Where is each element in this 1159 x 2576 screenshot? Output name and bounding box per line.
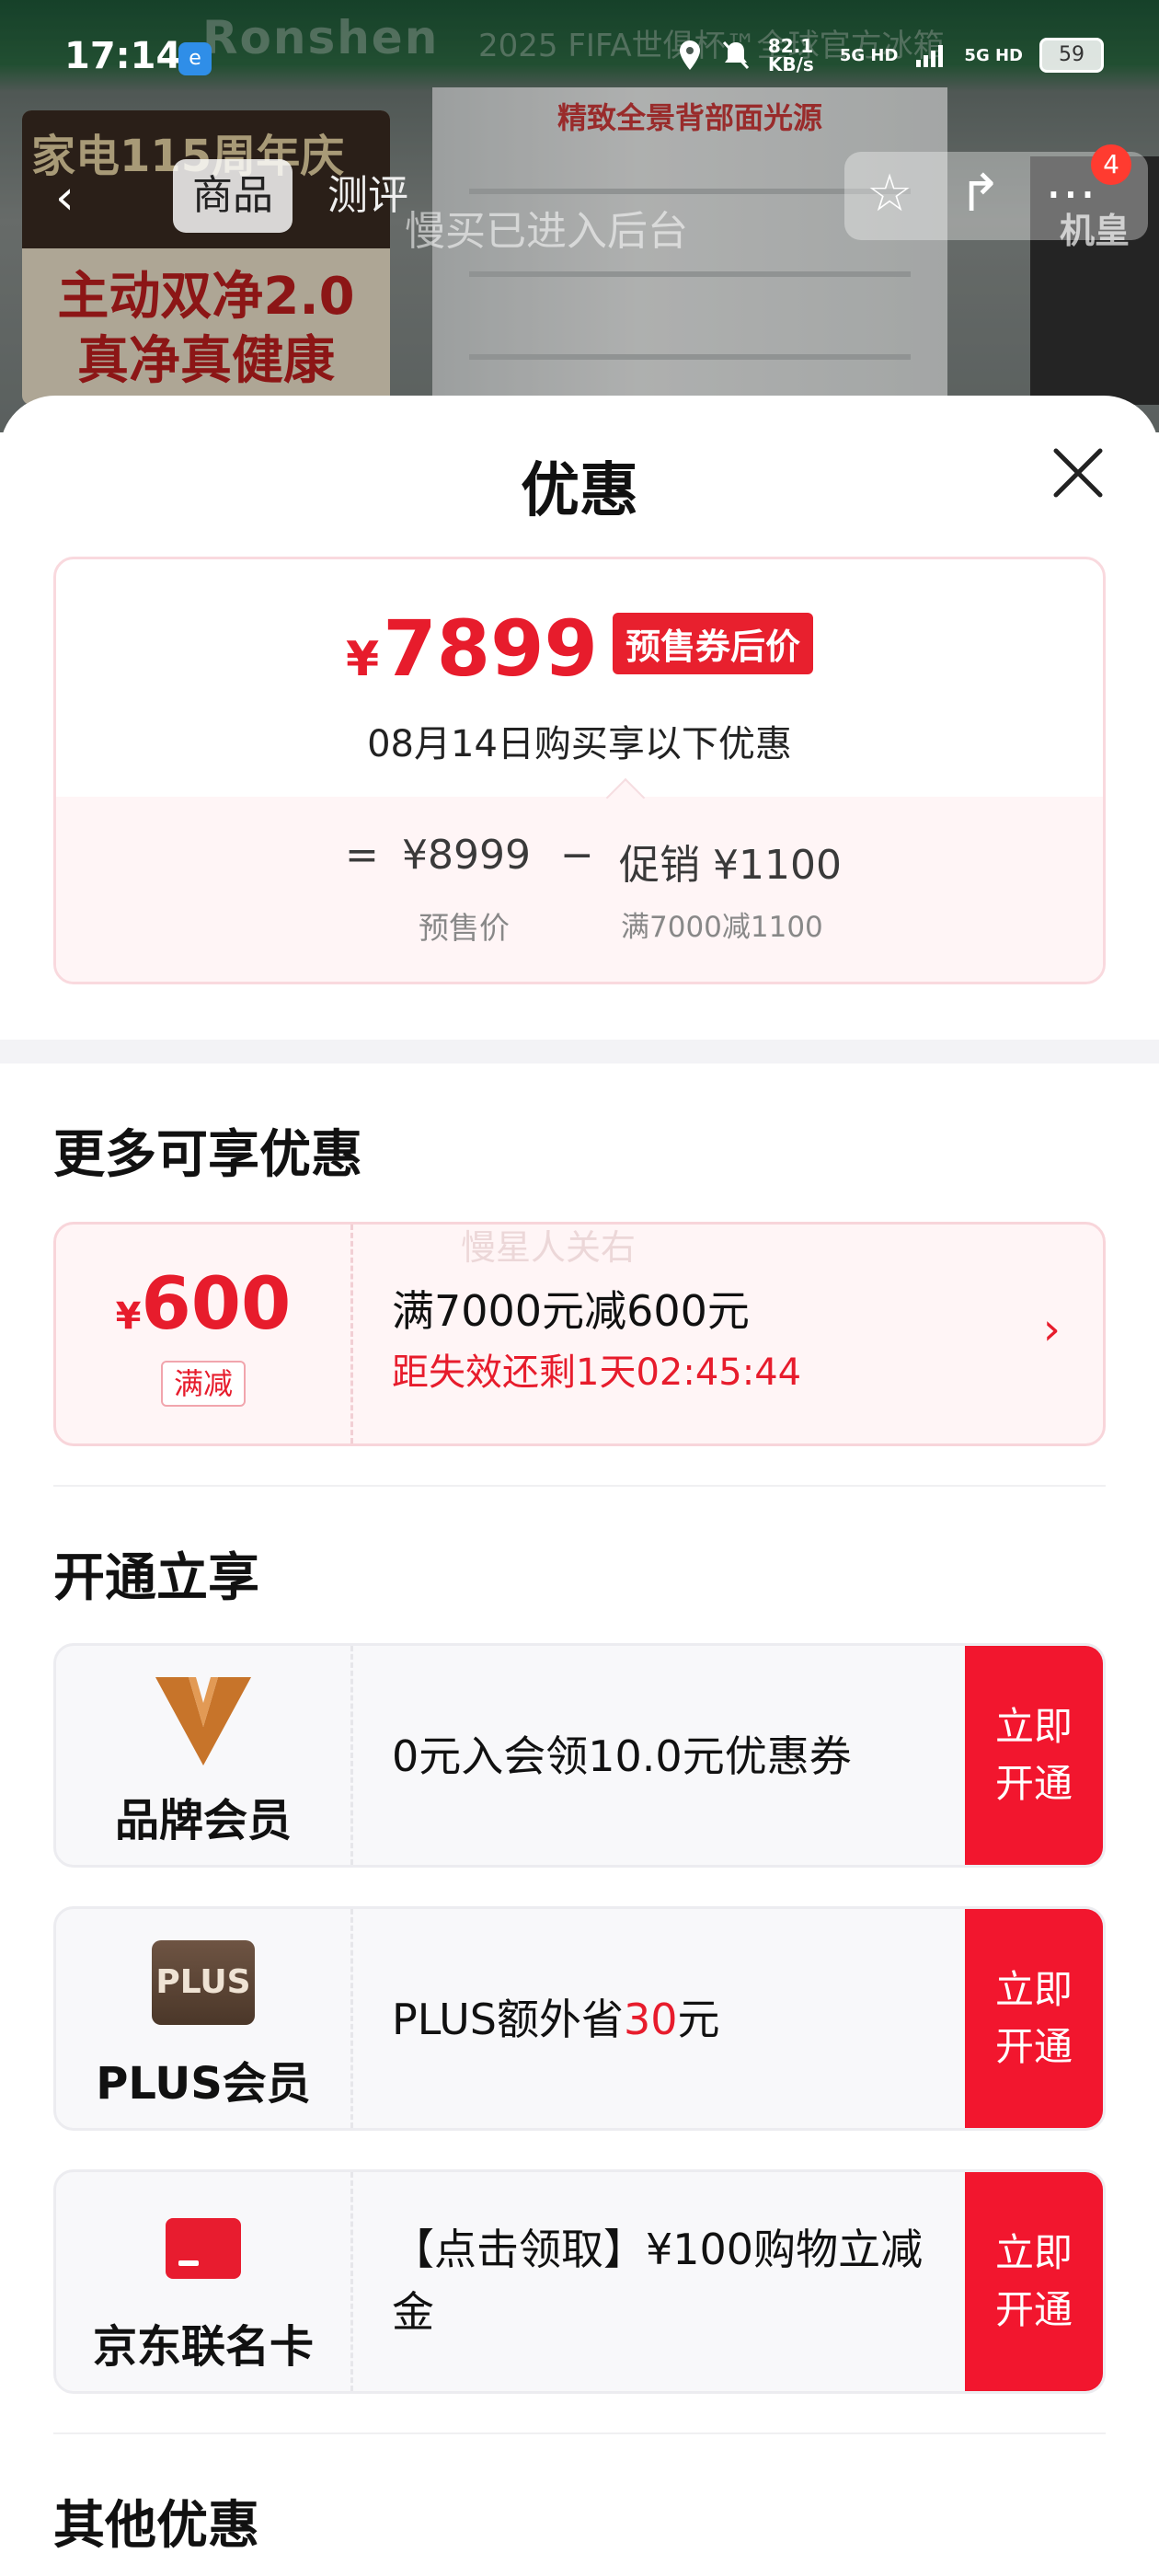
tab-review[interactable]: 测评 (327, 159, 408, 233)
coupon-value: ¥600 满减 (56, 1225, 353, 1443)
section-gap (0, 1040, 1159, 1064)
share-icon[interactable]: ↱ (958, 167, 1002, 222)
favorite-icon[interactable]: ☆ (866, 167, 912, 222)
plus-member-name: PLUS会员 (96, 2058, 311, 2110)
final-price-value: 7899 (383, 604, 598, 694)
coupon-card[interactable]: ¥600 满减 慢星人关右 满7000元减600元 距失效还剩1天02:45:4… (53, 1222, 1106, 1446)
coupon-title: 满7000元减600元 (392, 1286, 750, 1336)
brand-member-card[interactable]: 品牌会员 0元入会领10.0元优惠券 立即 开通 (53, 1643, 1106, 1868)
plus-desc-highlight: 30 (623, 1995, 678, 2044)
other-discounts-title: 其他优惠 (53, 2496, 259, 2556)
mute-icon (722, 40, 749, 70)
signal-label-2: 5G HD (964, 45, 1023, 65)
signal-icon (916, 45, 944, 67)
plus-member-left: PLUS PLUS会员 (56, 1909, 353, 2128)
credit-card-icon (152, 2198, 255, 2294)
brand-member-desc: 0元入会领10.0元优惠券 (392, 1731, 852, 1781)
plus-desc-suffix: 元 (677, 1995, 720, 2044)
status-bar: 17:14 e 82.1 KB/s 5G HD 5G HD 59 (0, 0, 1159, 110)
background-notice: 慢买已进入后台 (405, 208, 688, 255)
more-icon[interactable]: ⋯ (1045, 167, 1096, 222)
plus-desc-prefix: PLUS额外省 (392, 1995, 624, 2044)
coupon-countdown: 距失效还剩1天02:45:44 (392, 1351, 802, 1394)
plus-member-join-button[interactable]: 立即 开通 (965, 1909, 1103, 2128)
signal-label-1: 5G HD (839, 45, 899, 65)
coupon-type-badge: 满减 (161, 1361, 246, 1407)
coupon-watermark: 慢星人关右 (461, 1227, 637, 1268)
coupon-currency: ¥ (115, 1295, 142, 1338)
discount-sheet: 优惠 ¥7899 预售券后价 08月14日购买享以下优惠 = ¥8999 − 促销… (0, 396, 1159, 2576)
back-icon[interactable]: ‹ (55, 170, 75, 225)
sheet-title: 优惠 (521, 457, 638, 525)
tab-product[interactable]: 商品 (173, 159, 293, 233)
co-branded-desc: 【点击领取】¥100购物立减金 (392, 2225, 924, 2337)
purchase-note: 08月14日购买享以下优惠 (367, 723, 792, 765)
co-branded-left: 京东联名卡 (56, 2172, 353, 2391)
coupon-amount-value: 600 (141, 1263, 292, 1346)
close-icon[interactable] (1049, 443, 1107, 502)
price-currency: ¥ (346, 632, 380, 687)
price-top: ¥7899 预售券后价 08月14日购买享以下优惠 (56, 559, 1103, 799)
plus-member-card[interactable]: PLUS PLUS会员 PLUS额外省30元 立即 开通 (53, 1906, 1106, 2131)
brand-member-left: 品牌会员 (56, 1646, 353, 1865)
brand-member-name: 品牌会员 (114, 1795, 292, 1846)
top-nav: ‹ 商品 测评 慢买已进入后台 ☆ ↱ ⋯ 4 (0, 144, 1159, 255)
divider (53, 1485, 1106, 1487)
cart-badge: 4 (1091, 144, 1131, 185)
price-summary-card: ¥7899 预售券后价 08月14日购买享以下优惠 = ¥8999 − 促销 ¥1… (53, 557, 1106, 984)
promo-amount: 促销 ¥1100 (619, 842, 842, 889)
battery-icon: 59 (1039, 38, 1104, 73)
brand-member-join-button[interactable]: 立即 开通 (965, 1646, 1103, 1865)
nav-actions: ☆ ↱ ⋯ 4 (844, 144, 1148, 240)
divider (53, 2432, 1106, 2434)
more-discounts-title: 更多可享优惠 (53, 1125, 362, 1185)
minus-sign: − (560, 832, 594, 879)
chevron-right-icon[interactable]: › (1043, 1304, 1061, 1355)
presale-label: 预售价 (419, 910, 510, 946)
network-speed: 82.1 KB/s (767, 35, 814, 75)
price-breakdown: = ¥8999 − 促销 ¥1100 预售价 满7000减1100 (56, 797, 1103, 982)
plus-member-desc: PLUS额外省30元 (392, 1988, 962, 2051)
credit-card-shape (166, 2218, 241, 2279)
location-icon (679, 40, 700, 70)
co-branded-name: 京东联名卡 (92, 2321, 314, 2373)
co-branded-join-button[interactable]: 立即 开通 (965, 2172, 1103, 2391)
promo-rule: 满7000减1100 (621, 911, 823, 944)
status-icons: 82.1 KB/s 5G HD 5G HD 59 (676, 37, 1104, 74)
final-price: ¥7899 预售券后价 (56, 604, 1103, 694)
coupon-amount: ¥600 (56, 1263, 350, 1346)
brand-logo-icon (155, 1677, 251, 1765)
app-notification-icon: e (178, 42, 212, 75)
join-title: 开通立享 (53, 1548, 259, 1608)
equals-sign: = (345, 832, 379, 879)
status-time: 17:14 (64, 35, 182, 77)
plus-logo-icon: PLUS (152, 1935, 255, 2030)
plus-logo-text: PLUS (152, 1940, 255, 2025)
presale-price: ¥8999 (402, 832, 531, 879)
price-tag: 预售券后价 (612, 613, 813, 674)
co-branded-card[interactable]: 京东联名卡 【点击领取】¥100购物立减金 立即 开通 (53, 2169, 1106, 2394)
